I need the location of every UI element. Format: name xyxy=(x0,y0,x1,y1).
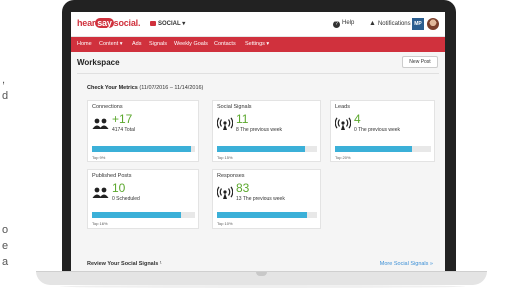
rank-label: Top 15% xyxy=(217,155,233,160)
metric-card-responses[interactable]: Responses 83 13 The previous week Top 10… xyxy=(212,169,321,229)
metric-value: 4 xyxy=(354,112,361,126)
metrics-heading: Check Your Metrics (11/07/2016 – 11/14/2… xyxy=(87,85,204,91)
nav-item-ads[interactable]: Ads xyxy=(132,41,141,47)
page-title: Workspace xyxy=(77,58,120,67)
account-selector[interactable]: SOCIAL ▾ xyxy=(150,20,185,27)
main-nav: Home Content ▾ Ads Signals Weekly Goals … xyxy=(71,37,445,52)
nav-item-contacts[interactable]: Contacts xyxy=(214,41,236,47)
progress-fill xyxy=(217,212,307,218)
progress-fill xyxy=(217,146,305,152)
metric-card-social-signals[interactable]: Social Signals 11 8 The previous week To… xyxy=(212,100,321,162)
metric-card-connections[interactable]: Connections +17 4174 Total Top 9% xyxy=(87,100,199,162)
notifications-link[interactable]: ▲ Notifications xyxy=(369,20,411,27)
progress-fill xyxy=(92,146,191,152)
metric-value: 83 xyxy=(236,181,250,195)
nav-item-content[interactable]: Content ▾ xyxy=(99,41,123,47)
review-title: Review Your Social Signals xyxy=(87,261,159,267)
top-bar: hear say social. SOCIAL ▾ ? Help ▲ Notificat… xyxy=(71,12,445,37)
card-title: Published Posts xyxy=(92,173,132,179)
help-link[interactable]: ? Help xyxy=(333,20,354,28)
page-text-fragment: e xyxy=(2,240,9,252)
page-text-fragment: d xyxy=(2,90,9,102)
progress-fill xyxy=(335,146,412,152)
progress-bar xyxy=(335,146,431,152)
metric-value: 11 xyxy=(236,112,249,126)
rank-label: Top 20% xyxy=(335,155,351,160)
signal-icon xyxy=(335,117,351,130)
metric-value: +17 xyxy=(112,112,133,126)
nav-item-home[interactable]: Home xyxy=(77,41,92,47)
metric-subtext: 13 The previous week xyxy=(236,196,285,202)
progress-fill xyxy=(92,212,181,218)
metric-subtext: 4174 Total xyxy=(112,127,135,133)
page-text-fragment: a xyxy=(2,256,9,268)
nav-item-signals[interactable]: Signals xyxy=(149,41,167,47)
metric-subtext: 0 The previous week xyxy=(354,127,401,133)
laptop-notch xyxy=(256,272,267,276)
page-text-fragment: , xyxy=(2,74,6,86)
laptop-base xyxy=(36,271,487,285)
progress-bar xyxy=(92,212,195,218)
people-icon xyxy=(92,187,109,198)
metric-card-leads[interactable]: Leads 4 0 The previous week Top 20% xyxy=(330,100,435,162)
question-icon: ? xyxy=(333,21,340,28)
new-post-button[interactable]: New Post xyxy=(402,56,438,68)
bell-icon: ▲ xyxy=(369,20,376,27)
card-title: Social Signals xyxy=(217,104,252,110)
divider xyxy=(77,73,439,74)
signal-icon xyxy=(217,186,233,199)
progress-bar xyxy=(92,146,195,152)
rank-label: Top 10% xyxy=(217,221,233,226)
metric-subtext: 0 Scheduled xyxy=(112,196,140,202)
avatar[interactable] xyxy=(427,18,439,30)
progress-bar xyxy=(217,212,317,218)
app-screen: hear say social. SOCIAL ▾ ? Help ▲ Notificat… xyxy=(71,12,445,271)
more-social-signals-link[interactable]: More Social Signals » xyxy=(380,261,433,267)
progress-bar xyxy=(217,146,317,152)
social-icon xyxy=(150,21,156,26)
people-icon xyxy=(92,118,109,129)
rank-label: Top 16% xyxy=(92,221,108,226)
laptop-shadow xyxy=(60,285,465,288)
nav-item-weekly-goals[interactable]: Weekly Goals xyxy=(174,41,208,47)
metric-card-published-posts[interactable]: Published Posts 10 0 Scheduled Top 16% xyxy=(87,169,199,229)
nav-item-settings[interactable]: Settings ▾ xyxy=(245,41,269,47)
card-title: Responses xyxy=(217,173,245,179)
review-signals-header: Review Your Social Signals ¹ More Social… xyxy=(87,261,433,271)
rank-label: Top 9% xyxy=(92,155,106,160)
page-text-fragment: o xyxy=(2,224,9,236)
account-badge[interactable]: MP xyxy=(412,18,424,30)
card-title: Leads xyxy=(335,104,350,110)
card-title: Connections xyxy=(92,104,123,110)
metric-value: 10 xyxy=(112,181,126,195)
metric-subtext: 8 The previous week xyxy=(236,127,283,133)
info-mark: ¹ xyxy=(159,261,162,267)
hearsay-logo[interactable]: hear say social. xyxy=(77,18,140,28)
signal-icon xyxy=(217,117,233,130)
